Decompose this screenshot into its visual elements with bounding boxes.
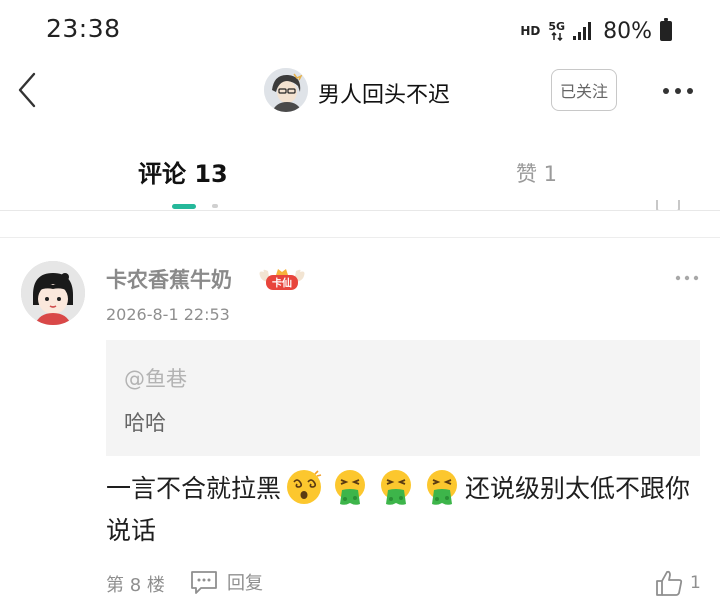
hd-indicator: HD: [520, 24, 541, 38]
vomiting-face-emoji-icon: [335, 470, 366, 505]
status-time: 23:38: [46, 14, 121, 43]
vomiting-face-emoji-icon: [427, 470, 458, 505]
battery-percent: 80%: [603, 18, 652, 44]
tab-comments[interactable]: 评论 13: [138, 154, 228, 189]
badge-wings-icon: 卡仙: [259, 269, 305, 290]
network-indicator: 5G: [548, 19, 566, 41]
quoted-user[interactable]: @鱼巷: [124, 363, 187, 393]
chevron-left-icon: [18, 72, 36, 108]
comment-more-button[interactable]: [674, 270, 700, 284]
more-dots-icon: [663, 88, 693, 94]
battery-icon: [660, 18, 672, 41]
avatar-illustration-icon: [264, 68, 308, 112]
reply-label: 回复: [227, 573, 263, 594]
tab-bar: 评论 13 赞 1: [0, 140, 720, 210]
author-name[interactable]: 男人回头不迟: [318, 77, 450, 109]
quoted-reply[interactable]: @鱼巷 哈哈: [106, 340, 700, 456]
thumbs-up-icon: [656, 570, 683, 596]
badge-label: 卡仙: [272, 277, 292, 290]
data-arrows-icon: [551, 31, 563, 41]
commenter-name[interactable]: 卡农香蕉牛奶: [106, 264, 232, 294]
comment-text-part1: 一言不合就拉黑: [106, 474, 282, 503]
network-type: 5G: [548, 19, 566, 33]
user-level-badge: 卡仙: [256, 266, 308, 292]
status-indicators: HD 5G 80%: [520, 17, 672, 45]
tab-likes[interactable]: 赞 1: [516, 158, 557, 188]
comment-timestamp: 2026-8-1 22:53: [106, 305, 230, 324]
like-count: 1: [690, 573, 701, 593]
status-bar: 23:38 HD 5G 80%: [0, 0, 720, 60]
signal-icon: [573, 22, 592, 40]
section-divider: [0, 237, 720, 238]
author-avatar[interactable]: [264, 68, 308, 112]
header-bar: 男人回头不迟 已关注: [0, 60, 720, 122]
quoted-text: 哈哈: [124, 411, 166, 435]
comment-body: 一言不合就拉黑 还说级别太低不跟你说话: [106, 468, 702, 552]
comment-bubble-icon: [191, 571, 217, 594]
clipped-content-fragment: [212, 204, 218, 208]
reply-button[interactable]: 回复: [189, 566, 263, 598]
comment-detail-screen: 23:38 HD 5G 80% 男人回头不迟 已关注 评论 13 赞 1 卡农香…: [0, 0, 720, 606]
like-button[interactable]: 1: [654, 566, 701, 600]
avatar-girl-icon: [21, 261, 85, 325]
floor-number: 第 8 楼: [106, 575, 165, 596]
follow-button[interactable]: 已关注: [551, 69, 617, 111]
back-button[interactable]: [12, 70, 44, 110]
section-gap: [0, 211, 720, 237]
more-button[interactable]: [660, 76, 696, 106]
vomiting-face-emoji-icon: [381, 470, 412, 505]
commenter-avatar[interactable]: [21, 261, 85, 325]
active-tab-indicator: [172, 204, 196, 209]
dizzy-face-emoji-icon: [287, 470, 322, 504]
more-dots-icon: [675, 275, 699, 281]
